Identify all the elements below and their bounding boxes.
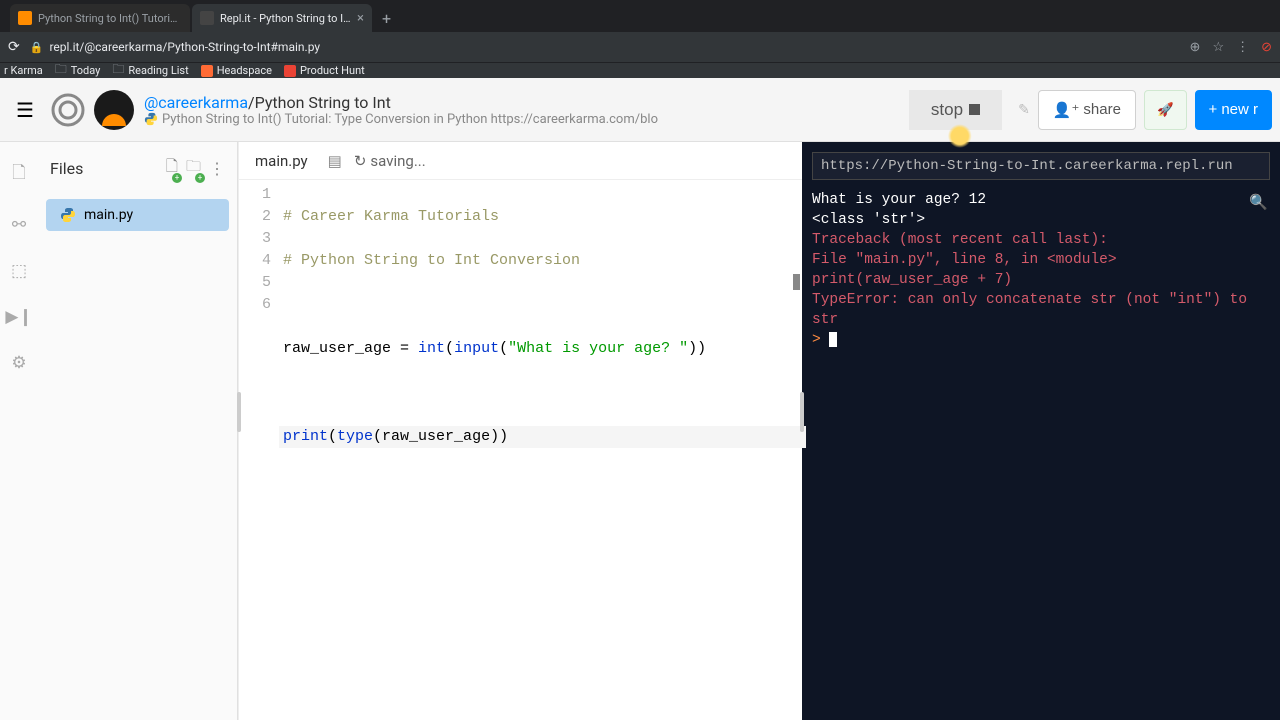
boost-button[interactable]: 🚀 xyxy=(1144,90,1187,130)
reload-icon[interactable]: ⟳ xyxy=(8,39,20,55)
favicon-icon xyxy=(200,11,214,25)
star-icon[interactable]: ☆ xyxy=(1212,40,1224,55)
stop-icon xyxy=(969,104,980,115)
line-gutter: 1 2 3 4 5 6 xyxy=(239,184,283,720)
console-url-bar[interactable]: https://Python-String-to-Int.careerkarma… xyxy=(812,152,1270,180)
bookmark[interactable]: 🗀Reading List xyxy=(112,60,188,81)
ext-icon[interactable]: ⊘ xyxy=(1261,40,1272,55)
hamburger-icon[interactable]: ☰ xyxy=(8,90,42,130)
browser-tab[interactable]: Python String to Int() Tutorial: Ty xyxy=(10,4,190,32)
console-search-icon[interactable]: 🔍 xyxy=(1249,194,1268,214)
console-line: What is your age? 12 xyxy=(812,190,1270,210)
debug-icon[interactable]: ▶❙ xyxy=(5,307,32,327)
editor: main.py ▤ ↻saving... 1 2 3 4 5 6 # Caree… xyxy=(238,142,802,720)
left-rail: 🗋 ⚯ ⬚ ▶❙ ⚙ xyxy=(0,142,38,720)
bookmark[interactable]: Product Hunt xyxy=(284,64,365,77)
console-error-line: TypeError: can only concatenate str (not… xyxy=(812,290,1270,330)
file-header: Files 🗋+ 🗀+ ⋮ xyxy=(38,142,237,195)
cursor-indicator xyxy=(948,124,972,148)
folder-icon: 🗀 xyxy=(55,60,67,81)
stop-button[interactable]: stop xyxy=(909,90,1002,130)
file-panel: Files 🗋+ 🗀+ ⋮ main.py xyxy=(38,142,238,720)
lock-icon: 🔒 xyxy=(30,41,44,54)
tab-close-icon[interactable]: × xyxy=(357,11,364,26)
settings-icon[interactable]: ⚙ xyxy=(11,353,26,373)
rocket-icon: 🚀 xyxy=(1157,102,1174,117)
favicon-icon xyxy=(18,11,32,25)
search-icon[interactable]: ⊕ xyxy=(1190,40,1201,55)
file-icon[interactable]: 🗋 xyxy=(12,160,26,189)
replit-logo-icon[interactable] xyxy=(50,92,86,128)
editor-tab-bar: main.py ▤ ↻saving... xyxy=(239,142,802,180)
edit-icon[interactable]: ✎ xyxy=(1010,94,1038,126)
package-icon[interactable]: ⬚ xyxy=(11,261,27,281)
console-prompt: > xyxy=(812,330,1270,350)
cursor-icon xyxy=(829,332,837,347)
format-icon[interactable]: ▤ xyxy=(328,152,342,170)
bookmark-icon xyxy=(284,65,296,77)
files-label: Files xyxy=(50,159,158,178)
tab-title: Python String to Int() Tutorial: Ty xyxy=(38,12,182,25)
file-item[interactable]: main.py xyxy=(46,199,229,231)
console-output[interactable]: 🔍 What is your age? 12 <class 'str'> Tra… xyxy=(802,186,1280,720)
header-actions: 👤⁺share 🚀 +new r xyxy=(1038,90,1272,130)
refresh-icon: ↻ xyxy=(354,152,367,170)
editor-tab[interactable]: main.py xyxy=(247,148,316,174)
address-bar: ⟳ 🔒 repl.it/@careerkarma/Python-String-t… xyxy=(0,32,1280,62)
addr-icons: ⊕ ☆ ⋮ ⊘ xyxy=(1190,40,1272,55)
url-text: repl.it/@careerkarma/Python-String-to-In… xyxy=(49,40,320,54)
menu-icon[interactable]: ⋮ xyxy=(1236,40,1249,55)
code-editor[interactable]: 1 2 3 4 5 6 # Career Karma Tutorials # P… xyxy=(239,180,802,720)
main-area: 🗋 ⚯ ⬚ ▶❙ ⚙ Files 🗋+ 🗀+ ⋮ main.py main.py… xyxy=(0,142,1280,720)
folder-icon: 🗀 xyxy=(112,60,124,81)
console-error-line: Traceback (most recent call last): xyxy=(812,230,1270,250)
python-icon xyxy=(60,207,76,223)
bookmark-bar: r Karma 🗀Today 🗀Reading List Headspace P… xyxy=(0,62,1280,78)
tab-title: Repl.it - Python String to Int xyxy=(220,12,351,25)
console-line: <class 'str'> xyxy=(812,210,1270,230)
repo-name: Python String to Int xyxy=(255,93,391,112)
code-content: # Career Karma Tutorials # Python String… xyxy=(283,184,802,720)
person-icon: 👤⁺ xyxy=(1053,101,1080,119)
repo-info: @careerkarma/Python String to Int Python… xyxy=(144,93,901,127)
repo-description: Python String to Int() Tutorial: Type Co… xyxy=(144,112,901,127)
new-folder-icon[interactable]: 🗀+ xyxy=(186,156,201,181)
plus-icon: + xyxy=(1209,101,1218,118)
bookmark[interactable]: r Karma xyxy=(4,64,43,77)
new-file-icon[interactable]: 🗋+ xyxy=(166,156,178,181)
file-more-icon[interactable]: ⋮ xyxy=(209,159,225,178)
scrollbar-thumb[interactable] xyxy=(793,274,800,290)
saving-status: ↻saving... xyxy=(354,152,426,170)
bookmark[interactable]: 🗀Today xyxy=(55,60,101,81)
console-panel: https://Python-String-to-Int.careerkarma… xyxy=(802,142,1280,720)
share-button[interactable]: 👤⁺share xyxy=(1038,90,1136,130)
file-name: main.py xyxy=(84,207,133,223)
bookmark[interactable]: Headspace xyxy=(201,64,272,77)
console-error-line: print(raw_user_age + 7) xyxy=(812,270,1270,290)
python-icon xyxy=(144,112,158,126)
user-avatar[interactable] xyxy=(94,90,134,130)
browser-chrome: Python String to Int() Tutorial: Ty Repl… xyxy=(0,0,1280,78)
tab-bar: Python String to Int() Tutorial: Ty Repl… xyxy=(0,0,1280,32)
new-repl-button[interactable]: +new r xyxy=(1195,90,1272,130)
share-link-icon[interactable]: ⚯ xyxy=(12,215,26,235)
repo-title: @careerkarma/Python String to Int xyxy=(144,93,901,112)
console-error-line: File "main.py", line 8, in <module> xyxy=(812,250,1270,270)
repl-header: ☰ @careerkarma/Python String to Int Pyth… xyxy=(0,78,1280,142)
new-tab-button[interactable]: + xyxy=(374,4,399,32)
browser-tab-active[interactable]: Repl.it - Python String to Int × xyxy=(192,4,372,32)
url-box[interactable]: 🔒 repl.it/@careerkarma/Python-String-to-… xyxy=(30,40,1180,54)
repo-owner-link[interactable]: @careerkarma xyxy=(144,93,248,112)
bookmark-icon xyxy=(201,65,213,77)
